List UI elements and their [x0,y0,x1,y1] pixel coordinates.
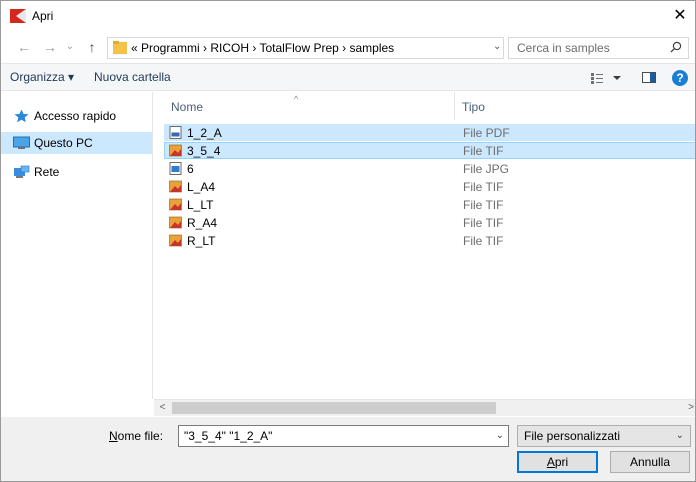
file-row[interactable]: 1_2_A File PDF [164,124,695,141]
navpane-label: Rete [34,165,60,179]
forward-arrow-icon[interactable]: → [41,38,59,56]
close-button[interactable]: ✕ [665,1,695,31]
file-type-filter-select[interactable]: File personalizzati ⌄ [517,425,691,447]
scrollbar-thumb[interactable] [172,402,496,414]
file-type: File TIF [463,198,504,212]
horizontal-scrollbar[interactable]: < > [154,399,695,416]
navpane-item-this-pc[interactable]: Questo PC [1,132,152,154]
file-name: 6 [187,162,194,176]
open-button-access-key: A [546,455,555,469]
command-toolbar: Organizza ▾ Nuova cartella ? [1,63,695,91]
tif-file-icon [169,180,182,193]
column-header-type[interactable]: Tipo [462,100,485,114]
new-folder-button[interactable]: Nuova cartella [94,70,171,84]
address-path[interactable]: « Programmi › RICOH › TotalFlow Prep › s… [131,41,394,55]
file-row[interactable]: 3_5_4 File TIF [164,142,695,159]
file-name: L_A4 [187,180,216,194]
file-row[interactable]: R_LT File TIF [164,232,695,249]
file-name-label: Nome file: [109,429,163,443]
window-title: Apri [32,9,54,23]
tif-file-icon [169,144,182,157]
file-name: L_LT [187,198,214,212]
network-icon [14,165,30,178]
column-divider[interactable] [454,92,455,120]
file-list: Nome ^ Tipo 1_2_A File PDF 3_5_4 File TI… [154,92,695,399]
navigation-pane: Accesso rapido Questo PC Rete [1,92,153,399]
preview-pane-icon[interactable] [642,72,656,83]
open-button[interactable]: Apri [517,451,598,473]
filter-dropdown-chevron-icon[interactable]: ⌄ [676,430,684,441]
navpane-label: Accesso rapido [34,109,117,123]
help-icon[interactable]: ? [672,70,688,86]
up-arrow-icon[interactable]: ↑ [83,38,101,56]
file-name: 1_2_A [187,126,222,140]
computer-icon [13,136,30,149]
file-type: File PDF [463,126,510,140]
file-row[interactable]: L_A4 File TIF [164,178,695,195]
address-dropdown-chevron-icon[interactable]: ⌄ [493,41,501,52]
file-type: File JPG [463,162,510,176]
search-icon[interactable] [670,41,682,53]
dialog-footer: Nome file: "3_5_4" "1_2_A" ⌄ File person… [1,417,695,481]
cancel-button[interactable]: Annulla [610,451,690,473]
tif-file-icon [169,216,182,229]
back-arrow-icon[interactable]: ← [15,38,33,56]
file-type: File TIF [463,216,504,230]
star-icon [14,109,29,123]
organize-button[interactable]: Organizza ▾ [10,70,74,84]
title-bar: Apri ✕ [1,1,695,31]
file-type-filter-value: File personalizzati [524,429,621,443]
navigation-bar: ← → ⌄ ↑ « Programmi › RICOH › TotalFlow … [1,32,695,62]
scroll-right-arrow-icon[interactable]: > [685,400,695,416]
file-name-label-text: ome file: [117,429,164,443]
tif-file-icon [169,198,182,211]
file-name: R_LT [187,234,216,248]
file-name-field[interactable]: "3_5_4" "1_2_A" ⌄ [178,425,509,447]
file-name-value[interactable]: "3_5_4" "1_2_A" [184,429,272,443]
file-row[interactable]: L_LT File TIF [164,196,695,213]
file-name-dropdown-chevron-icon[interactable]: ⌄ [496,430,504,441]
file-row[interactable]: R_A4 File TIF [164,214,695,231]
address-bar[interactable]: « Programmi › RICOH › TotalFlow Prep › s… [107,37,522,59]
jpg-file-icon [169,162,182,175]
column-header-row: Nome ^ Tipo [154,92,695,122]
file-name: 3_5_4 [187,144,221,158]
tif-file-icon [169,234,182,247]
column-header-name[interactable]: Nome [171,100,203,114]
navpane-item-network[interactable]: Rete [1,161,152,183]
open-file-dialog: Apri ✕ ← → ⌄ ↑ « Programmi › RICOH › Tot… [0,0,696,482]
recent-locations-chevron-icon[interactable]: ⌄ [63,38,77,56]
open-button-label: pri [554,455,569,469]
file-row[interactable]: 6 File JPG [164,160,695,177]
sort-ascending-icon: ^ [294,94,299,104]
search-input[interactable]: Cerca in samples [517,41,610,55]
change-view-icon[interactable] [589,70,629,86]
file-name: R_A4 [187,216,218,230]
file-type: File TIF [463,180,504,194]
search-box[interactable]: Cerca in samples [508,37,689,59]
navpane-item-quick-access[interactable]: Accesso rapido [1,105,152,127]
file-name-label-access-key: N [109,429,118,443]
close-icon: ✕ [673,7,687,24]
pdf-file-icon [169,126,182,139]
scroll-left-arrow-icon[interactable]: < [154,400,171,416]
navpane-label: Questo PC [34,136,93,150]
file-type: File TIF [463,234,504,248]
file-type: File TIF [463,144,504,158]
folder-icon [113,41,127,54]
app-icon [10,9,26,23]
